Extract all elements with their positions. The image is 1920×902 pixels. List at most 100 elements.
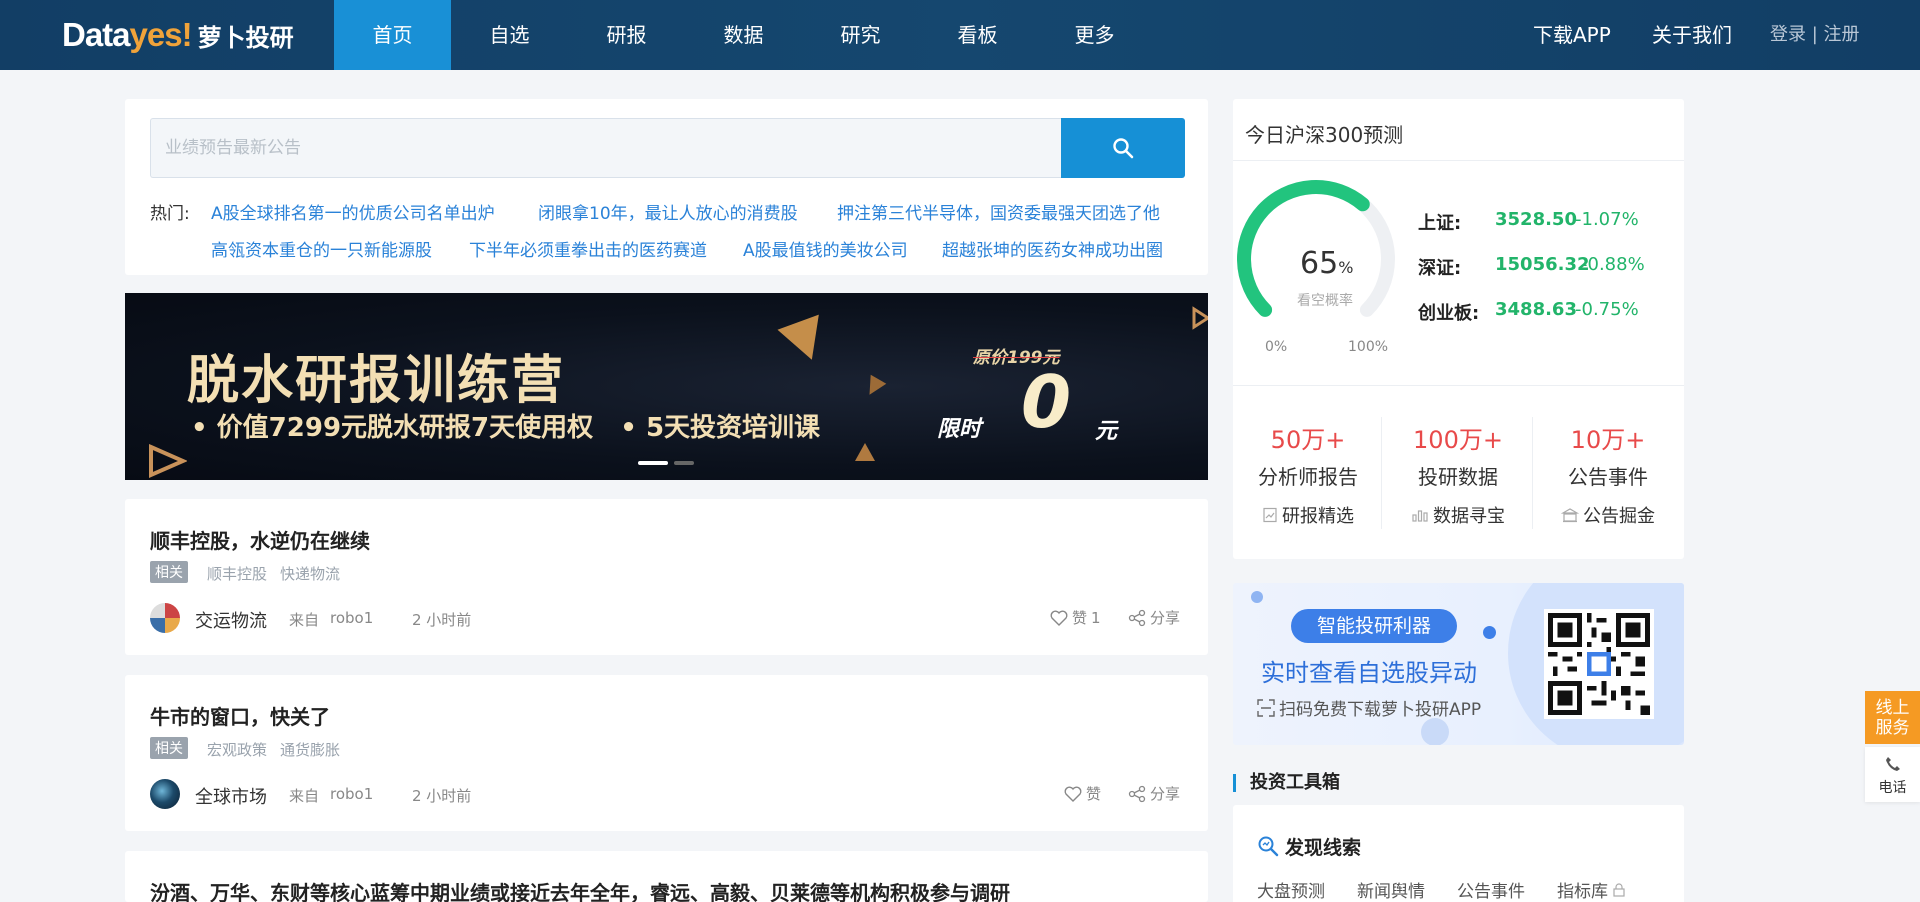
topic-tag[interactable]: 通货膨胀 [280,739,340,760]
hot-link[interactable]: 押注第三代半导体，国资委最强天团选了他 [837,199,1160,224]
about-us-link[interactable]: 关于我们 [1652,0,1732,70]
hot-link[interactable]: 高瓴资本重仓的一只新能源股 [211,236,432,261]
online-service-label-2: 服务 [1875,718,1910,738]
app-promo-card[interactable]: 智能投研利器 实时查看自选股异动 扫码免费下载萝卜投研APP [1233,583,1684,745]
meta-time: 2 小时前 [412,611,472,629]
stat-announcements-count: 10万+ [1570,426,1646,454]
index-change-cyb: -0.75% [1575,299,1639,320]
meta-time: 2 小时前 [412,787,472,805]
online-service-label-1: 线上 [1875,698,1910,718]
announcement-mining-link[interactable]: 公告掘金 [1533,502,1683,528]
nav-data[interactable]: 数据 [685,0,802,70]
banner-sub-2: • 5天投资培训课 [620,413,821,443]
tool-link[interactable]: 公告事件 [1457,877,1525,902]
nav-reports[interactable]: 研报 [568,0,685,70]
share-button[interactable]: 分享 [1128,783,1180,804]
gauge-label: 看空概率 [1297,293,1353,309]
stat-announcements-label: 公告事件 [1568,465,1648,489]
reports-picks-label: 研报精选 [1282,506,1354,527]
nav-watchlist[interactable]: 自选 [451,0,568,70]
logo-cn: 萝卜投研 [197,23,294,52]
gauge-percent-unit: % [1338,258,1354,277]
banner-subtitle: • 价值7299元脱水研报7天使用权 • 5天投资培训课 [191,407,820,444]
logo-yes: yes! [129,16,193,53]
index-name-sh: 上证: [1418,213,1462,234]
author-name[interactable]: 交运物流 [195,607,267,633]
share-label: 分享 [1150,609,1181,627]
like-button[interactable]: 赞 [1064,783,1101,804]
reports-picks-link[interactable]: 研报精选 [1233,502,1383,528]
promo-headline: 实时查看自选股异动 [1261,659,1477,687]
gauge-max: 100% [1348,339,1389,355]
news-title[interactable]: 顺丰控股，水逆仍在继续 [150,525,370,554]
author-name[interactable]: 全球市场 [195,783,267,809]
stat-data-count: 100万+ [1413,426,1503,454]
phone-label: 电话 [1878,780,1907,796]
topic-tag[interactable]: 宏观政策 [207,739,267,760]
scan-icon [1257,698,1275,717]
search-icon [1113,138,1134,159]
tool-link[interactable]: 大盘预测 [1257,877,1325,902]
decor-dot [1251,591,1263,603]
hot-link[interactable]: 超越张坤的医药女神成功出圈 [942,236,1163,261]
index-name-cyb: 创业板: [1418,303,1480,324]
meta-from: 来自 [289,787,320,805]
decor-dot [1421,718,1449,745]
carousel-dot-active[interactable] [638,461,668,465]
search-button[interactable] [1061,118,1185,178]
gauge-percent-value: 65 [1300,246,1339,281]
promo-banner[interactable]: 脱水研报训练营 • 价值7299元脱水研报7天使用权 • 5天投资培训课 原价1… [125,293,1208,480]
carousel-dot[interactable] [674,461,694,465]
like-button[interactable]: 赞 1 [1050,607,1101,628]
index-value-sz: 15056.32 [1495,254,1590,275]
logo-data: Data [62,16,131,53]
divider [1233,385,1684,386]
logo[interactable]: Data yes! 萝卜投研 [62,16,294,54]
hot-link[interactable]: A股全球排名第一的优质公司名单出炉 [211,199,495,224]
download-app-link[interactable]: 下载APP [1533,0,1611,70]
news-card[interactable]: 汾酒、万华、东财等核心蓝筹中期业绩或接近去年全年，睿远、高毅、贝莱德等机构积极参… [125,851,1208,902]
related-tag: 相关 [150,737,188,759]
search-card: 业绩预告最新公告 热门: A股全球排名第一的优质公司名单出炉 闭眼拿10年，最让… [125,99,1208,275]
top-navbar: Data yes! 萝卜投研 首页 自选 研报 数据 研究 看板 更多 下载APP … [0,0,1920,70]
avatar[interactable] [150,603,180,633]
hot-link[interactable]: A股最值钱的美妆公司 [743,236,908,261]
discover-search-icon [1258,836,1279,857]
announcement-mining-label: 公告掘金 [1583,506,1655,527]
register-link[interactable]: 注册 [1824,24,1860,45]
share-button[interactable]: 分享 [1128,607,1180,628]
news-title[interactable]: 牛市的窗口，快关了 [150,701,330,730]
avatar[interactable] [150,779,180,809]
stat-data-label: 投研数据 [1418,465,1498,489]
news-card[interactable]: 牛市的窗口，快关了 相关 宏观政策 通货膨胀 全球市场 来自 robo1 2 小… [125,675,1208,831]
index-name-sz: 深证: [1418,258,1462,279]
data-treasure-label: 数据寻宝 [1433,506,1505,527]
nav-research[interactable]: 研究 [802,0,919,70]
auth-links: 登录 | 注册 [1770,0,1860,70]
nav-more[interactable]: 更多 [1036,0,1153,70]
online-service-button[interactable]: 线上 服务 [1865,691,1920,744]
nav-board[interactable]: 看板 [919,0,1036,70]
qr-code [1544,609,1654,719]
toolbox-title: 发现线索 [1285,837,1362,859]
hot-link[interactable]: 闭眼拿10年，最让人放心的消费股 [538,199,798,224]
heart-icon [1050,610,1068,626]
data-treasure-link[interactable]: 数据寻宝 [1383,502,1533,528]
topic-tag[interactable]: 顺丰控股 [207,563,267,584]
nav-home[interactable]: 首页 [334,0,451,70]
report-icon [1263,507,1277,523]
meta-from: 来自 [289,611,320,629]
login-link[interactable]: 登录 [1770,24,1806,45]
news-title[interactable]: 汾酒、万华、东财等核心蓝筹中期业绩或接近去年全年，睿远、高毅、贝莱德等机构积极参… [150,877,1010,902]
tool-link[interactable]: 指标库 [1557,877,1626,902]
heart-icon [1064,786,1082,802]
hot-link[interactable]: 下半年必须重拳出击的医药赛道 [469,236,707,261]
share-icon [1128,609,1146,626]
toolbox-heading: 投资工具箱 [1233,774,1340,792]
phone-button[interactable]: 电话 [1865,747,1920,802]
news-card[interactable]: 顺丰控股，水逆仍在继续 相关 顺丰控股 快递物流 交运物流 来自 robo1 2… [125,499,1208,655]
topic-tag[interactable]: 快递物流 [280,563,340,584]
tool-link[interactable]: 新闻舆情 [1357,877,1425,902]
bar-chart-icon [1412,510,1428,522]
search-input[interactable]: 业绩预告最新公告 [150,118,1066,178]
